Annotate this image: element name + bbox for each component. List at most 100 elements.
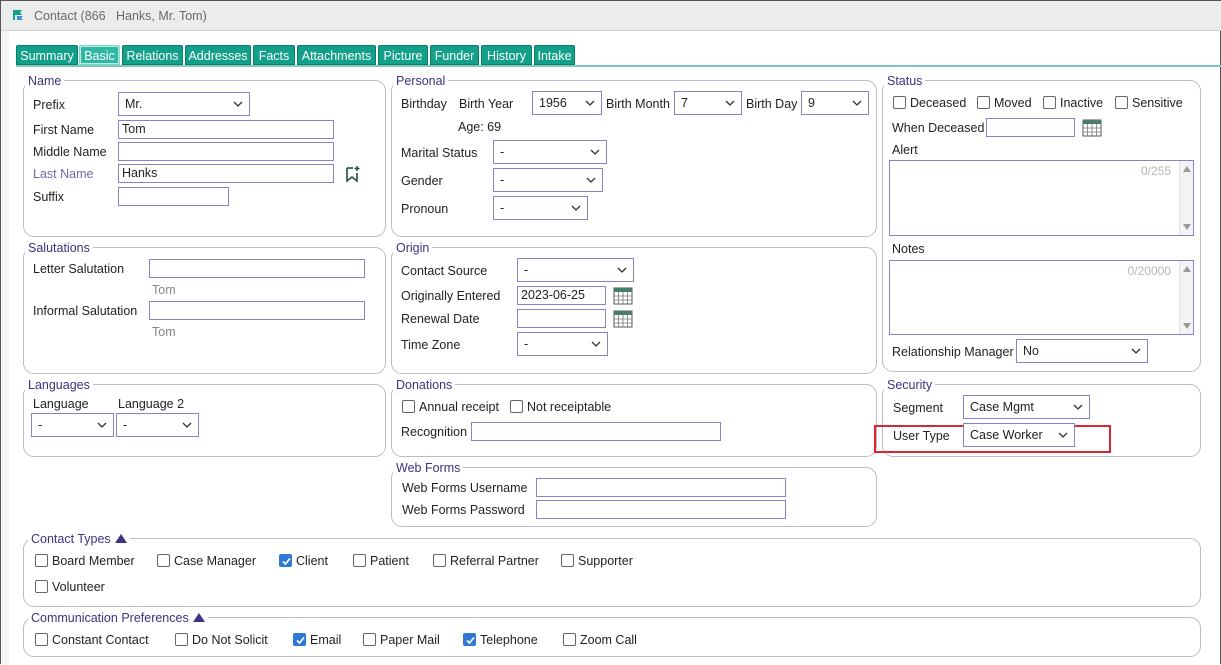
last-name-input[interactable]: Hanks: [118, 164, 334, 183]
tab-addresses[interactable]: Addresses: [185, 45, 251, 65]
not-receiptable-checkbox[interactable]: [510, 400, 523, 413]
constant-contact-checkbox[interactable]: [35, 633, 48, 646]
telephone-checkbox[interactable]: [463, 633, 476, 646]
checkmark-icon: [282, 557, 291, 566]
scroll-down-icon[interactable]: [1183, 224, 1191, 230]
calendar-icon[interactable]: [613, 310, 633, 328]
collapse-triangle-icon[interactable]: [114, 534, 127, 543]
age-text: Age: 69: [458, 120, 502, 134]
volunteer-checkbox[interactable]: [35, 580, 48, 593]
gender-label: Gender: [401, 174, 443, 188]
alert-char-count: 0/255: [1140, 164, 1171, 178]
email-checkbox[interactable]: [293, 633, 306, 646]
bookmark-add-icon[interactable]: [345, 165, 361, 183]
calendar-icon[interactable]: [1082, 119, 1102, 137]
alert-textarea[interactable]: 0/255: [889, 160, 1194, 236]
pronoun-select[interactable]: -: [493, 196, 588, 220]
contact-source-label: Contact Source: [401, 264, 488, 278]
contact-source-value: -: [524, 263, 529, 277]
zoom-call-label: Zoom Call: [580, 633, 637, 647]
contact-source-select[interactable]: -: [517, 258, 634, 282]
case-manager-checkbox[interactable]: [157, 554, 170, 567]
tab-intake[interactable]: Intake: [534, 45, 575, 65]
birth-month-value: 7: [681, 96, 688, 110]
client-checkbox[interactable]: [279, 554, 292, 567]
tab-facts[interactable]: Facts: [253, 45, 295, 65]
personal-group-title: Personal: [393, 74, 449, 88]
suffix-label: Suffix: [33, 190, 65, 204]
prefix-select[interactable]: Mr.: [118, 92, 250, 116]
language-2-label: Language 2: [118, 397, 185, 411]
tab-basic[interactable]: Basic: [79, 45, 120, 65]
communication-preferences-header[interactable]: Communication Preferences: [28, 611, 208, 625]
annual-receipt-checkbox[interactable]: [402, 400, 415, 413]
marital-status-select[interactable]: -: [493, 140, 607, 164]
renewal-date-label: Renewal Date: [401, 312, 480, 326]
scroll-down-icon[interactable]: [1183, 323, 1191, 329]
middle-name-input[interactable]: [118, 142, 334, 161]
paper-mail-checkbox[interactable]: [363, 633, 376, 646]
segment-select[interactable]: Case Mgmt: [963, 395, 1090, 419]
alert-scrollbar[interactable]: [1179, 161, 1193, 235]
tab-picture[interactable]: Picture: [378, 45, 428, 65]
pronoun-value: -: [500, 201, 505, 215]
referral-partner-checkbox[interactable]: [433, 554, 446, 567]
tab-history[interactable]: History: [481, 45, 532, 65]
title-bar: Contact (866 Hanks, Mr. Tom): [1, 1, 1221, 31]
when-deceased-input[interactable]: [986, 118, 1075, 137]
notes-textarea[interactable]: 0/20000: [889, 260, 1194, 335]
deceased-checkbox[interactable]: [893, 96, 906, 109]
contact-types-group: [23, 538, 1201, 607]
inactive-label: Inactive: [1060, 96, 1104, 110]
originally-entered-input[interactable]: 2023-06-25: [517, 286, 606, 305]
contact-types-title: Contact Types: [31, 532, 111, 546]
language-select[interactable]: -: [31, 413, 114, 437]
suffix-input[interactable]: [118, 187, 229, 206]
originally-entered-label: Originally Entered: [401, 289, 501, 303]
chevron-down-icon: [585, 100, 595, 106]
letter-salutation-input[interactable]: [149, 259, 365, 278]
patient-checkbox[interactable]: [353, 554, 366, 567]
recognition-input[interactable]: [471, 422, 721, 441]
sensitive-checkbox[interactable]: [1115, 96, 1128, 109]
language-2-select[interactable]: -: [116, 413, 199, 437]
board-member-checkbox[interactable]: [35, 554, 48, 567]
alert-label: Alert: [892, 143, 918, 157]
paper-mail-label: Paper Mail: [380, 633, 440, 647]
scroll-up-icon[interactable]: [1183, 266, 1191, 272]
collapse-triangle-icon[interactable]: [192, 613, 205, 622]
user-type-select[interactable]: Case Worker: [963, 423, 1075, 447]
first-name-input[interactable]: Tom: [118, 120, 334, 139]
birth-day-select[interactable]: 9: [801, 91, 869, 115]
tab-relations[interactable]: Relations: [122, 45, 183, 65]
supporter-checkbox[interactable]: [561, 554, 574, 567]
tab-summary[interactable]: Summary: [16, 45, 78, 65]
relationship-manager-select[interactable]: No: [1016, 339, 1148, 363]
notes-scrollbar[interactable]: [1179, 261, 1193, 334]
chevron-down-icon: [1131, 348, 1141, 354]
inactive-checkbox[interactable]: [1043, 96, 1056, 109]
renewal-date-input[interactable]: [517, 309, 606, 328]
board-member-label: Board Member: [52, 554, 135, 568]
web-forms-password-input[interactable]: [536, 500, 786, 519]
birth-month-label: Birth Month: [606, 97, 670, 111]
gender-select[interactable]: -: [493, 168, 603, 192]
zoom-call-checkbox[interactable]: [563, 633, 576, 646]
birth-year-select[interactable]: 1956: [532, 91, 602, 115]
do-not-solicit-checkbox[interactable]: [175, 633, 188, 646]
salutations-group-title: Salutations: [25, 241, 93, 255]
birth-day-label: Birth Day: [746, 97, 798, 111]
calendar-icon[interactable]: [613, 287, 633, 305]
user-type-value: Case Worker: [970, 428, 1043, 442]
web-forms-username-input[interactable]: [536, 478, 786, 497]
informal-salutation-input[interactable]: [149, 301, 365, 320]
tab-attachments[interactable]: Attachments: [297, 45, 376, 65]
scroll-up-icon[interactable]: [1183, 166, 1191, 172]
birth-month-select[interactable]: 7: [674, 91, 742, 115]
tab-funder[interactable]: Funder: [430, 45, 479, 65]
communication-preferences-title: Communication Preferences: [31, 611, 189, 625]
moved-checkbox[interactable]: [977, 96, 990, 109]
contact-types-header[interactable]: Contact Types: [28, 532, 130, 546]
time-zone-select[interactable]: -: [517, 332, 608, 356]
chevron-down-icon: [590, 149, 600, 155]
